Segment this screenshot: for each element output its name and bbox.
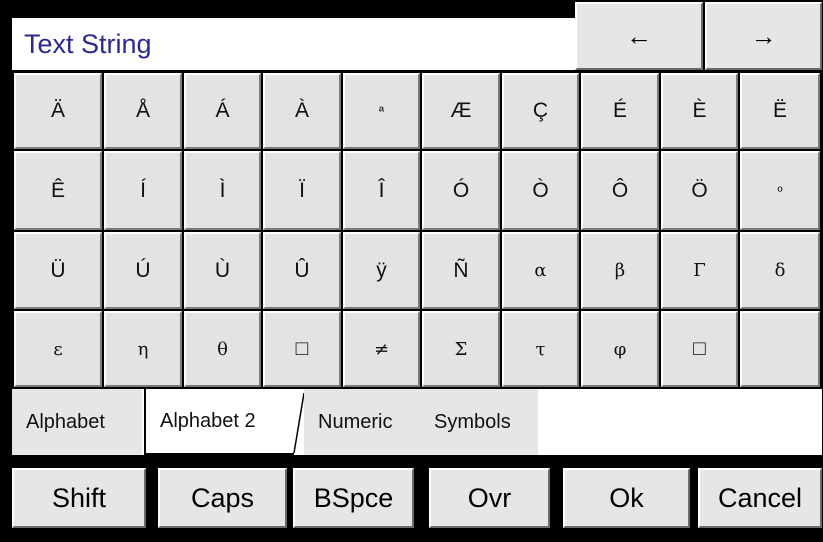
- tab-strip: Alphabet Alphabet 2 Numeric Symbols: [12, 389, 822, 455]
- char-key-r3-c4[interactable]: Û: [263, 232, 341, 309]
- left-arrow-icon: ←: [626, 20, 652, 51]
- right-arrow-icon: →: [750, 20, 777, 51]
- char-key-r1-c7[interactable]: Ç: [502, 73, 579, 149]
- char-key-r2-c7[interactable]: Ò: [502, 151, 579, 230]
- char-key-r1-c6[interactable]: Æ: [422, 73, 500, 149]
- char-key-r4-c3[interactable]: θ: [184, 311, 261, 387]
- char-key-r3-c10[interactable]: δ: [740, 232, 820, 309]
- tab-numeric[interactable]: Numeric: [304, 389, 420, 455]
- char-key-r2-c8[interactable]: Ô: [581, 151, 659, 230]
- char-key-r2-c1[interactable]: Ê: [14, 151, 102, 230]
- char-key-r3-c9[interactable]: Γ: [661, 232, 738, 309]
- char-key-r2-c2[interactable]: Í: [104, 151, 182, 230]
- cursor-right-button[interactable]: →: [705, 2, 822, 70]
- char-key-r2-c5[interactable]: Î: [343, 151, 420, 230]
- char-key-r4-c1[interactable]: ε: [14, 311, 102, 387]
- char-key-r1-c1[interactable]: Ä: [14, 73, 102, 149]
- char-key-r4-c8[interactable]: φ: [581, 311, 659, 387]
- cancel-button[interactable]: Cancel: [698, 468, 822, 528]
- char-key-r1-c5[interactable]: ª: [343, 73, 420, 149]
- char-key-r3-c2[interactable]: Ú: [104, 232, 182, 309]
- char-key-r2-c10[interactable]: º: [740, 151, 820, 230]
- char-key-r1-c4[interactable]: À: [263, 73, 341, 149]
- char-key-r4-c9[interactable]: □: [661, 311, 738, 387]
- char-key-r4-c7[interactable]: τ: [502, 311, 579, 387]
- tab-alphabet[interactable]: Alphabet: [12, 389, 142, 455]
- tab-alphabet-2[interactable]: Alphabet 2: [144, 389, 294, 455]
- char-key-r2-c6[interactable]: Ó: [422, 151, 500, 230]
- char-key-r1-c8[interactable]: É: [581, 73, 659, 149]
- ok-button[interactable]: Ok: [563, 468, 690, 528]
- char-key-r3-c5[interactable]: ÿ: [343, 232, 420, 309]
- cursor-left-button[interactable]: ←: [575, 2, 703, 70]
- char-key-r3-c1[interactable]: Ü: [14, 232, 102, 309]
- char-key-r4-c5[interactable]: ≠: [343, 311, 420, 387]
- char-key-r2-c4[interactable]: Ï: [263, 151, 341, 230]
- char-key-r1-c10[interactable]: Ë: [740, 73, 820, 149]
- backspace-button[interactable]: BSpce: [293, 468, 414, 528]
- char-key-r1-c9[interactable]: È: [661, 73, 738, 149]
- text-string-field[interactable]: Text String: [12, 17, 575, 70]
- char-key-r1-c3[interactable]: Á: [184, 73, 261, 149]
- char-key-r3-c7[interactable]: α: [502, 232, 579, 309]
- char-key-r3-c3[interactable]: Ù: [184, 232, 261, 309]
- char-key-r1-c2[interactable]: Å: [104, 73, 182, 149]
- caps-button[interactable]: Caps: [158, 468, 287, 528]
- shift-button[interactable]: Shift: [12, 468, 146, 528]
- overwrite-button[interactable]: Ovr: [429, 468, 550, 528]
- char-key-r4-c4[interactable]: □: [263, 311, 341, 387]
- char-key-r2-c9[interactable]: Ö: [661, 151, 738, 230]
- char-key-r4-c2[interactable]: η: [104, 311, 182, 387]
- char-key-r3-c6[interactable]: Ñ: [422, 232, 500, 309]
- char-key-r2-c3[interactable]: Ì: [184, 151, 261, 230]
- char-key-r3-c8[interactable]: β: [581, 232, 659, 309]
- tab-symbols[interactable]: Symbols: [420, 389, 538, 455]
- char-key-r4-c10[interactable]: [740, 311, 820, 387]
- char-key-r4-c6[interactable]: Σ: [422, 311, 500, 387]
- text-string-title: Text String: [24, 29, 152, 59]
